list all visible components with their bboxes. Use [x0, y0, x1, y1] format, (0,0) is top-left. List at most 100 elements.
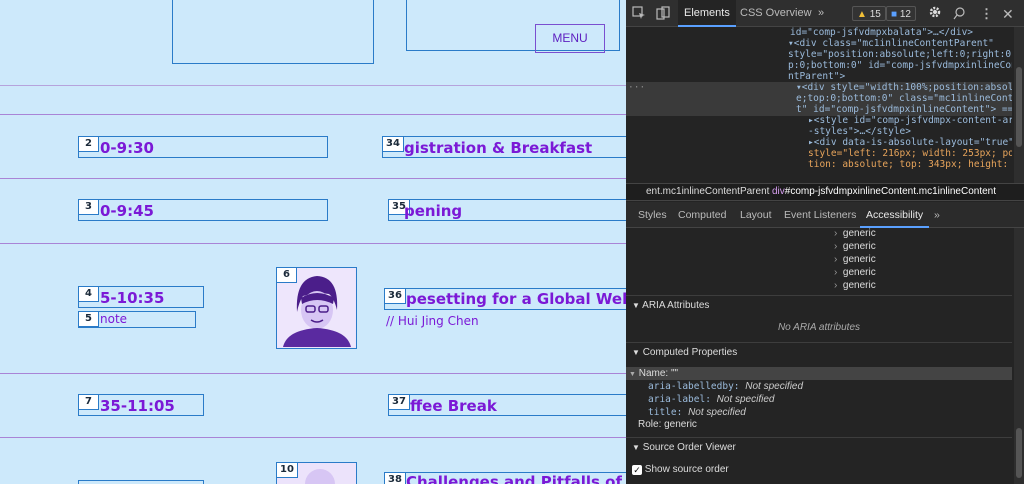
time-box [78, 480, 204, 484]
dom-line[interactable]: ▸<div data-is-absolute-layout="true" [808, 137, 1012, 148]
tab-accessibility[interactable]: Accessibility [860, 202, 930, 228]
screen: MENU 2 0-9:30 34 gistration & Breakfast … [0, 0, 1024, 484]
prop-value: Not specified [745, 381, 804, 392]
feedback-icon[interactable] [952, 6, 966, 23]
issues-badge[interactable]: ■ 12 [886, 6, 916, 21]
name-row[interactable]: ▼ Name: "" [626, 367, 1012, 380]
prop-key: aria-label: [648, 394, 711, 405]
dom-line-selected[interactable]: ▾<div style="width:100%;position:absolut [796, 82, 1012, 93]
issues-count: 12 [899, 9, 911, 20]
dom-line[interactable]: p:0;bottom:0" id="comp-jsfvdmpxinlineCon… [788, 60, 1012, 71]
row-divider [0, 437, 626, 438]
speaker-photo-box: 10 [276, 462, 357, 484]
checkbox-label: Show source order [644, 464, 729, 475]
a11y-role: generic [842, 241, 876, 252]
prop-value: Not specified [716, 394, 775, 405]
session-title: pening [404, 202, 463, 220]
show-source-order-row[interactable]: ✓ Show source order [632, 464, 729, 475]
close-icon[interactable]: ✕ [1002, 6, 1014, 23]
a11y-role: generic [842, 254, 876, 265]
sidebar-tabs: Styles Computed Layout Event Listeners A… [626, 202, 1024, 228]
warnings-badge[interactable]: ▲ 15 [852, 6, 886, 21]
tab-elements[interactable]: Elements [678, 0, 736, 27]
accessibility-pane: › generic › generic › generic › generic … [626, 228, 1012, 484]
issue-icon: ■ [891, 9, 898, 20]
breadcrumb-item-selected[interactable]: div#comp-jsfvdmpxinlineContent.mc1inline… [772, 184, 997, 200]
section-title: Source Order Viewer [642, 442, 736, 453]
dom-line-selected[interactable]: e;top:0;bottom:0" class="mc1inlineConten [796, 93, 1012, 104]
tab-event-listeners[interactable]: Event Listeners [778, 202, 862, 228]
dom-line[interactable]: style="left: 216px; width: 253px; posi [808, 148, 1012, 159]
tab-styles[interactable]: Styles [632, 202, 673, 228]
source-order-badge: 4 [79, 287, 99, 302]
settings-gear-icon[interactable] [928, 5, 942, 22]
chevron-right-icon: › [834, 254, 838, 265]
dom-line[interactable]: ▾<div class="mc1inlineContentParent" [788, 38, 994, 49]
a11y-tree-item[interactable]: › generic [834, 267, 876, 278]
dom-line-selected[interactable]: t" id="comp-jsfvdmpxinlineContent"> == $… [796, 104, 1012, 115]
a11y-role: generic [842, 267, 876, 278]
session-title: Challenges and Pitfalls of [406, 473, 622, 484]
a11y-name: Name: "" [638, 368, 679, 379]
section-title: ARIA Attributes [642, 300, 710, 311]
dom-line[interactable]: id="comp-jsfvdmpxbalata">…</div> [790, 27, 973, 38]
prop-key: title: [648, 407, 683, 418]
row-divider [0, 373, 626, 374]
a11y-tree-item[interactable]: › generic [834, 254, 876, 265]
accessibility-scrollbar[interactable] [1014, 228, 1024, 484]
tab-layout[interactable]: Layout [734, 202, 778, 228]
speaker-photo-box: 6 [276, 267, 357, 349]
dom-line[interactable]: -styles">…</style> [808, 126, 911, 137]
chevron-right-icon: › [834, 228, 838, 239]
source-order-badge: 38 [385, 473, 406, 484]
dom-tree: id="comp-jsfvdmpxbalata">…</div> ▾<div c… [626, 27, 1012, 183]
dom-line[interactable]: tion: absolute; top: 343px; height: 98 [808, 159, 1012, 170]
web-page-viewport: MENU 2 0-9:30 34 gistration & Breakfast … [0, 0, 626, 484]
source-order-badge: 2 [79, 137, 99, 152]
tab-css-overview[interactable]: CSS Overview [734, 0, 818, 27]
chevron-right-icon: › [834, 267, 838, 278]
device-toolbar-icon[interactable] [656, 6, 670, 23]
aria-attributes-header[interactable]: ▼ ARIA Attributes [626, 295, 1012, 315]
more-options-icon[interactable]: ⋮ [980, 6, 993, 22]
source-order-badge: 3 [79, 200, 99, 215]
dom-gutter-dots: ··· [628, 82, 646, 93]
inspect-element-icon[interactable] [632, 6, 646, 23]
source-order-badge: 34 [383, 137, 404, 152]
source-order-badge: 7 [79, 395, 99, 410]
breadcrumb-id: #comp-jsfvdmpxinlineContent.mc1inlineCon… [784, 186, 997, 197]
prop-title: title: Not specified [648, 407, 746, 418]
a11y-tree-item[interactable]: › generic [834, 280, 876, 291]
chevron-down-icon: ▼ [629, 371, 636, 378]
a11y-tree-item[interactable]: › generic [834, 241, 876, 252]
dom-scrollbar[interactable] [1014, 27, 1024, 183]
scrollbar-thumb[interactable] [1016, 67, 1022, 147]
computed-properties-header[interactable]: ▼ Computed Properties [626, 342, 1012, 362]
scrollbar-thumb[interactable] [1016, 428, 1022, 478]
more-tabs-button[interactable]: » [812, 0, 830, 27]
session-title: pesetting for a Global Web [406, 290, 626, 308]
a11y-tree-item[interactable]: › generic [834, 228, 876, 239]
breadcrumb-item[interactable]: ent.mc1inlineContentParent [646, 184, 769, 200]
dom-line[interactable]: ntParent"> [788, 71, 845, 82]
row-divider [0, 114, 626, 115]
dom-line[interactable]: ▸<style id="comp-jsfvdmpx-content-area [808, 115, 1012, 126]
speaker-name: // Hui Jing Chen [386, 314, 479, 328]
chevron-down-icon: ▼ [632, 348, 640, 357]
more-subtabs-button[interactable]: » [928, 202, 946, 228]
chevron-down-icon: ▼ [632, 301, 640, 310]
devtools-panel: Elements CSS Overview » ▲ 15 ■ 12 ⋮ ✕ id… [626, 0, 1024, 484]
source-order-header[interactable]: ▼ Source Order Viewer [626, 437, 1012, 457]
show-source-order-checkbox[interactable]: ✓ [632, 465, 642, 475]
row-divider [0, 85, 626, 86]
breadcrumb: ent.mc1inlineContentParent div#comp-jsfv… [626, 183, 1024, 201]
session-type: note [100, 312, 128, 326]
chevron-right-icon: › [834, 280, 838, 291]
dom-line[interactable]: style="position:absolute;left:0;right:0;… [788, 49, 1012, 60]
tab-computed[interactable]: Computed [672, 202, 732, 228]
menu-button[interactable]: MENU [535, 24, 605, 53]
breadcrumb-tag: div [772, 186, 785, 197]
session-time: 35-11:05 [100, 397, 175, 415]
chevron-down-icon: ▼ [632, 443, 640, 452]
source-order-badge: 5 [79, 312, 99, 327]
